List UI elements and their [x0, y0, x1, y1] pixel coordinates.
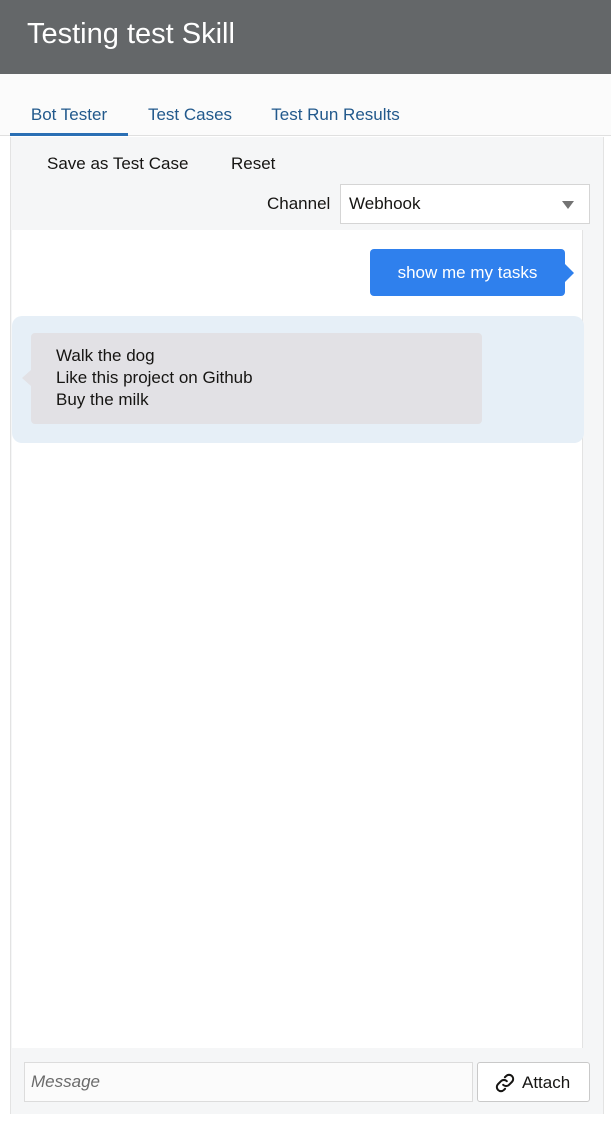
tab-test-cases[interactable]: Test Cases — [138, 104, 242, 136]
link-icon — [495, 1073, 515, 1093]
tab-test-run-results[interactable]: Test Run Results — [258, 104, 413, 136]
tab-label: Bot Tester — [30, 105, 108, 124]
chevron-down-icon — [562, 201, 574, 209]
attach-button[interactable]: Attach — [477, 1062, 590, 1102]
tab-bar: Bot Tester Test Cases Test Run Results — [0, 74, 611, 136]
bot-message-line: Walk the dog — [56, 346, 155, 365]
channel-selected-value: Webhook — [349, 194, 421, 213]
bot-message-bubble: Walk the dog Like this project on Github… — [22, 333, 482, 424]
app-header: Testing test Skill — [0, 0, 611, 74]
bot-message-line: Buy the milk — [56, 390, 149, 409]
tab-bot-tester[interactable]: Bot Tester — [10, 104, 128, 136]
message-input[interactable] — [24, 1062, 473, 1102]
reset-button[interactable]: Reset — [231, 151, 275, 177]
tab-label: Test Cases — [147, 105, 233, 124]
bot-tester-panel: Save as Test Case Reset Channel Webhook … — [10, 137, 604, 1114]
conversation-pane[interactable]: show me my tasks Walk the dog Like this … — [12, 230, 584, 1048]
save-as-test-case-button[interactable]: Save as Test Case — [47, 151, 188, 177]
bot-message-row: Walk the dog Like this project on Github… — [12, 316, 584, 443]
user-message-bubble: show me my tasks — [370, 249, 574, 296]
tab-label: Test Run Results — [271, 105, 400, 124]
page-title: Testing test Skill — [27, 18, 235, 50]
attach-label: Attach — [522, 1073, 571, 1092]
channel-label: Channel — [267, 194, 331, 213]
bot-message-line: Like this project on Github — [56, 368, 253, 387]
channel-select[interactable]: Webhook — [340, 184, 590, 224]
